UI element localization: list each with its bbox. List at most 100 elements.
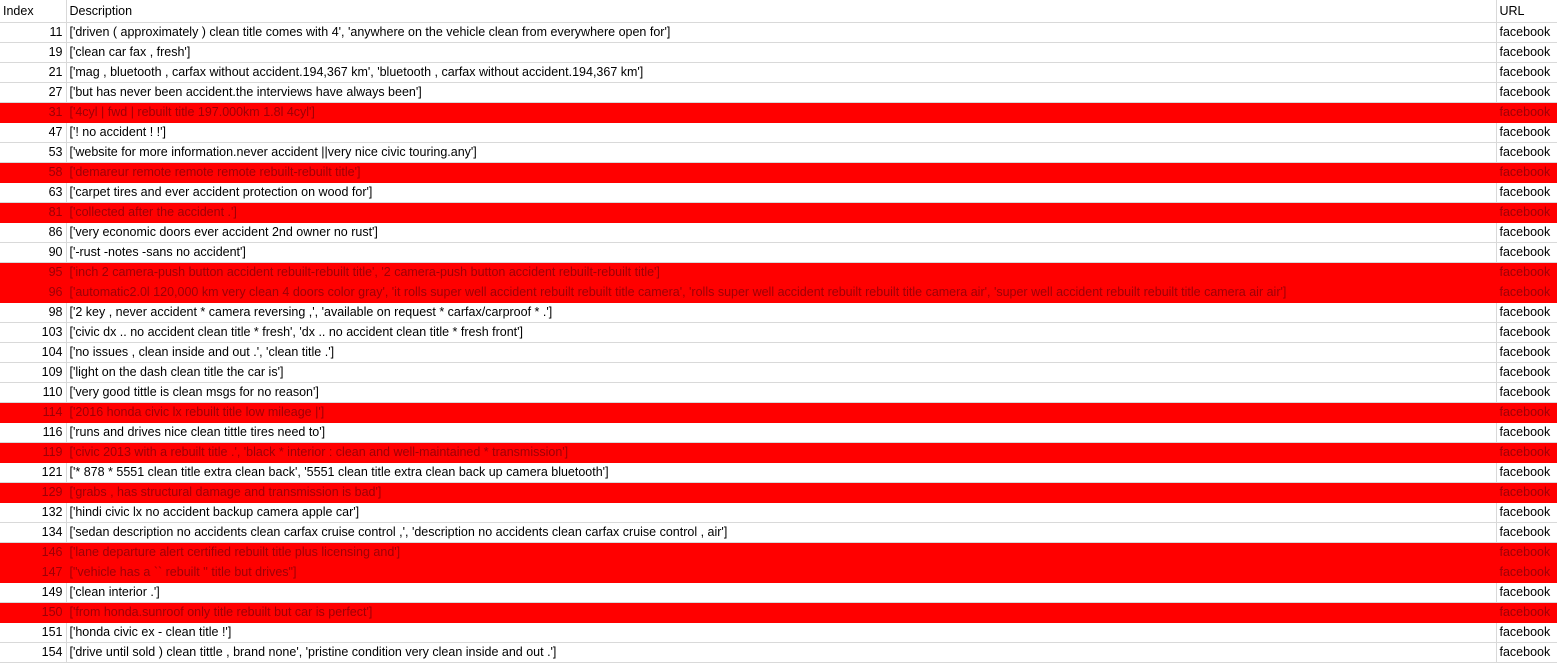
index-cell[interactable]: 53 — [0, 142, 67, 163]
description-cell[interactable]: ['clean interior .'] — [66, 582, 1497, 603]
description-cell[interactable]: ['drive until sold ) clean tittle , bran… — [66, 642, 1497, 663]
header-url[interactable]: URL — [1496, 0, 1557, 23]
index-cell[interactable]: 21 — [0, 62, 67, 83]
url-cell[interactable]: facebook — [1496, 562, 1557, 583]
description-cell[interactable]: ['* 878 * 5551 clean title extra clean b… — [66, 462, 1497, 483]
description-cell[interactable]: ['2 key , never accident * camera revers… — [66, 302, 1497, 323]
index-cell[interactable]: 110 — [0, 382, 67, 403]
description-cell[interactable]: ['automatic2.0l 120,000 km very clean 4 … — [66, 282, 1497, 303]
index-cell[interactable]: 63 — [0, 182, 67, 203]
url-cell[interactable]: facebook — [1496, 622, 1557, 643]
url-cell[interactable]: facebook — [1496, 242, 1557, 263]
index-cell[interactable]: 96 — [0, 282, 67, 303]
index-cell[interactable]: 129 — [0, 482, 67, 503]
description-cell[interactable]: ['mag , bluetooth , carfax without accid… — [66, 62, 1497, 83]
description-cell[interactable]: ['sedan description no accidents clean c… — [66, 522, 1497, 543]
index-cell[interactable]: 132 — [0, 502, 67, 523]
description-cell[interactable]: ['website for more information.never acc… — [66, 142, 1497, 163]
index-cell[interactable]: 114 — [0, 402, 67, 423]
index-cell[interactable]: 147 — [0, 562, 67, 583]
index-cell[interactable]: 116 — [0, 422, 67, 443]
index-cell[interactable]: 81 — [0, 202, 67, 223]
url-cell[interactable]: facebook — [1496, 402, 1557, 423]
description-cell[interactable]: ['very good tittle is clean msgs for no … — [66, 382, 1497, 403]
index-cell[interactable]: 27 — [0, 82, 67, 103]
index-cell[interactable]: 19 — [0, 42, 67, 63]
description-cell[interactable]: ['clean car fax , fresh'] — [66, 42, 1497, 63]
description-cell[interactable]: ['carpet tires and ever accident protect… — [66, 182, 1497, 203]
url-cell[interactable]: facebook — [1496, 102, 1557, 123]
url-cell[interactable]: facebook — [1496, 162, 1557, 183]
index-cell[interactable]: 149 — [0, 582, 67, 603]
header-index[interactable]: Index — [0, 0, 67, 23]
table-row: 27 ['but has never been accident.the inte… — [0, 82, 1557, 103]
url-cell[interactable]: facebook — [1496, 502, 1557, 523]
url-cell[interactable]: facebook — [1496, 422, 1557, 443]
url-cell[interactable]: facebook — [1496, 262, 1557, 283]
description-cell[interactable]: ['very economic doors ever accident 2nd … — [66, 222, 1497, 243]
description-cell[interactable]: ['honda civic ex - clean title !'] — [66, 622, 1497, 643]
description-cell[interactable]: ['! no accident ! !'] — [66, 122, 1497, 143]
url-cell[interactable]: facebook — [1496, 302, 1557, 323]
index-cell[interactable]: 95 — [0, 262, 67, 283]
description-cell[interactable]: ['lane departure alert certified rebuilt… — [66, 542, 1497, 563]
url-cell[interactable]: facebook — [1496, 442, 1557, 463]
url-cell[interactable]: facebook — [1496, 142, 1557, 163]
header-description[interactable]: Description — [66, 0, 1497, 23]
description-cell[interactable]: ['runs and drives nice clean tittle tire… — [66, 422, 1497, 443]
url-cell[interactable]: facebook — [1496, 462, 1557, 483]
index-cell[interactable]: 121 — [0, 462, 67, 483]
url-cell[interactable]: facebook — [1496, 182, 1557, 203]
description-cell[interactable]: ['civic 2013 with a rebuilt title .', 'b… — [66, 442, 1497, 463]
url-cell[interactable]: facebook — [1496, 522, 1557, 543]
url-cell[interactable]: facebook — [1496, 322, 1557, 343]
index-cell[interactable]: 104 — [0, 342, 67, 363]
index-cell[interactable]: 146 — [0, 542, 67, 563]
description-cell[interactable]: ['demareur remote remote remote rebuilt-… — [66, 162, 1497, 183]
index-cell[interactable]: 86 — [0, 222, 67, 243]
index-cell[interactable]: 109 — [0, 362, 67, 383]
description-cell[interactable]: ['hindi civic lx no accident backup came… — [66, 502, 1497, 523]
url-cell[interactable]: facebook — [1496, 222, 1557, 243]
index-cell[interactable]: 98 — [0, 302, 67, 323]
index-cell[interactable]: 134 — [0, 522, 67, 543]
description-cell[interactable]: ['4cyl | fwd | rebuilt title 197.000km 1… — [66, 102, 1497, 123]
url-cell[interactable]: facebook — [1496, 542, 1557, 563]
description-cell[interactable]: ['no issues , clean inside and out .', '… — [66, 342, 1497, 363]
description-cell[interactable]: ["vehicle has a `` rebuilt '' title but … — [66, 562, 1497, 583]
url-cell[interactable]: facebook — [1496, 602, 1557, 623]
description-cell[interactable]: ['grabs , has structural damage and tran… — [66, 482, 1497, 503]
url-cell[interactable]: facebook — [1496, 122, 1557, 143]
description-cell[interactable]: ['but has never been accident.the interv… — [66, 82, 1497, 103]
index-cell[interactable]: 119 — [0, 442, 67, 463]
description-cell[interactable]: ['civic dx .. no accident clean title * … — [66, 322, 1497, 343]
url-cell[interactable]: facebook — [1496, 582, 1557, 603]
description-cell[interactable]: ['-rust -notes -sans no accident'] — [66, 242, 1497, 263]
index-cell[interactable]: 90 — [0, 242, 67, 263]
description-cell[interactable]: ['driven ( approximately ) clean title c… — [66, 22, 1497, 43]
index-cell[interactable]: 11 — [0, 22, 67, 43]
index-cell[interactable]: 154 — [0, 642, 67, 663]
index-cell[interactable]: 103 — [0, 322, 67, 343]
url-cell[interactable]: facebook — [1496, 22, 1557, 43]
description-cell[interactable]: ['from honda.sunroof only title rebuilt … — [66, 602, 1497, 623]
index-cell[interactable]: 47 — [0, 122, 67, 143]
description-cell[interactable]: ['light on the dash clean title the car … — [66, 362, 1497, 383]
url-cell[interactable]: facebook — [1496, 202, 1557, 223]
description-cell[interactable]: ['collected after the accident .'] — [66, 202, 1497, 223]
url-cell[interactable]: facebook — [1496, 362, 1557, 383]
index-cell[interactable]: 58 — [0, 162, 67, 183]
index-cell[interactable]: 150 — [0, 602, 67, 623]
url-cell[interactable]: facebook — [1496, 482, 1557, 503]
index-cell[interactable]: 31 — [0, 102, 67, 123]
url-cell[interactable]: facebook — [1496, 282, 1557, 303]
index-cell[interactable]: 151 — [0, 622, 67, 643]
description-cell[interactable]: ['inch 2 camera-push button accident reb… — [66, 262, 1497, 283]
url-cell[interactable]: facebook — [1496, 42, 1557, 63]
url-cell[interactable]: facebook — [1496, 62, 1557, 83]
url-cell[interactable]: facebook — [1496, 82, 1557, 103]
description-cell[interactable]: ['2016 honda civic lx rebuilt title low … — [66, 402, 1497, 423]
url-cell[interactable]: facebook — [1496, 342, 1557, 363]
url-cell[interactable]: facebook — [1496, 382, 1557, 403]
url-cell[interactable]: facebook — [1496, 642, 1557, 663]
